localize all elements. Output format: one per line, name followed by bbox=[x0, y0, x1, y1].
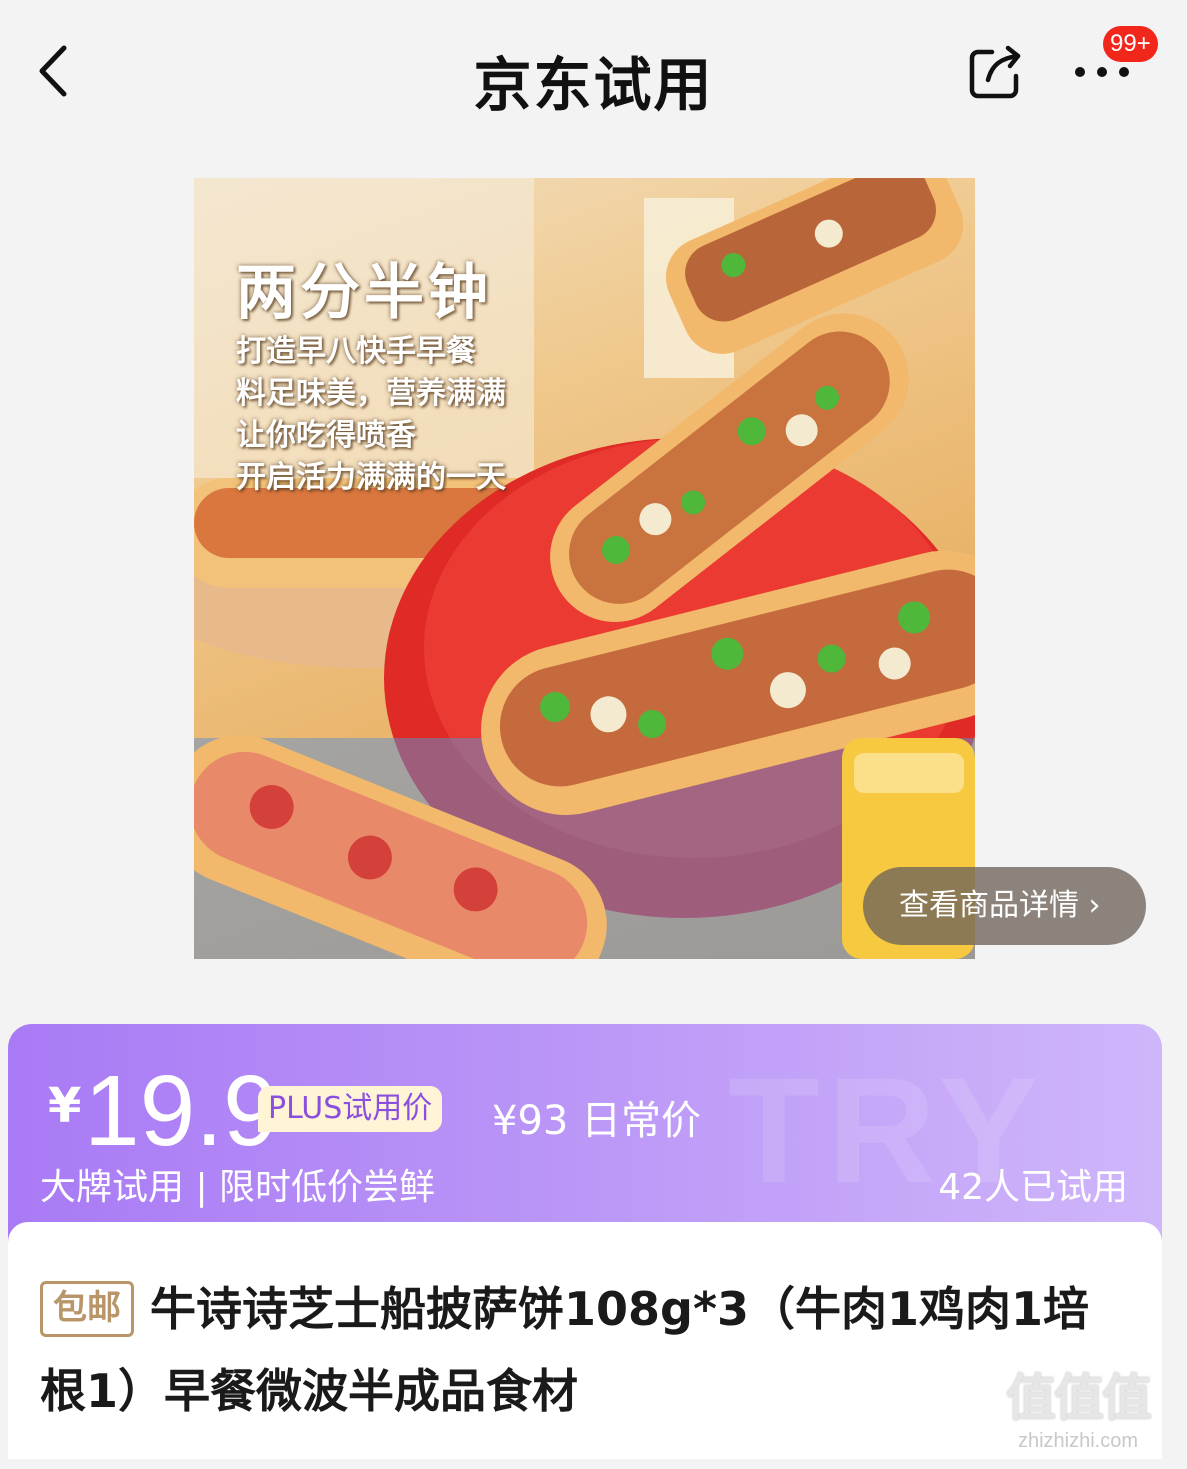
tried-count: 42人已试用 bbox=[938, 1167, 1128, 1208]
top-nav-bar: 京东试用 99+ bbox=[0, 0, 1187, 145]
site-watermark: 值值值 zhizhizhi.com bbox=[1006, 1358, 1152, 1453]
share-icon bbox=[969, 45, 1021, 99]
view-product-details-button[interactable]: 查看商品详情 › bbox=[863, 867, 1146, 945]
site-logo: 值值值 bbox=[1006, 1369, 1152, 1427]
share-button[interactable] bbox=[966, 42, 1026, 102]
caption-line: 开启活力满满的一天 bbox=[236, 460, 506, 495]
free-shipping-tag: 包邮 bbox=[40, 1281, 134, 1337]
caption-headline: 两分半钟 bbox=[236, 258, 492, 328]
trial-price: 19.9 bbox=[84, 1055, 279, 1167]
product-title: 包邮 牛诗诗芝士船披萨饼108g*3（牛肉1鸡肉1培根1）早餐微波半成品食材 bbox=[40, 1268, 1122, 1432]
site-url: zhizhizhi.com bbox=[1017, 1430, 1139, 1452]
regular-price: ¥93 日常价 bbox=[492, 1098, 702, 1144]
plus-trial-price-tag: PLUS试用价 bbox=[258, 1086, 443, 1132]
product-image[interactable]: 两分半钟 打造早八快手早餐 料足味美，营养满满 让你吃得喷香 开启活力满满的一天 bbox=[194, 178, 975, 959]
caption-line: 打造早八快手早餐 bbox=[236, 334, 476, 369]
caption-line: 料足味美，营养满满 bbox=[236, 376, 506, 411]
image-caption: 两分半钟 打造早八快手早餐 料足味美，营养满满 让你吃得喷香 开启活力满满的一天 bbox=[236, 244, 506, 499]
currency-symbol: ¥ bbox=[48, 1078, 82, 1134]
product-title-text: 牛诗诗芝士船披萨饼108g*3（牛肉1鸡肉1培根1）早餐微波半成品食材 bbox=[40, 1282, 1090, 1418]
promo-slogan: 大牌试用 | 限时低价尝鲜 bbox=[40, 1167, 436, 1208]
caption-line: 让你吃得喷香 bbox=[236, 418, 416, 453]
notification-badge: 99+ bbox=[1103, 26, 1158, 62]
product-title-card: 包邮 牛诗诗芝士船披萨饼108g*3（牛肉1鸡肉1培根1）早餐微波半成品食材 值值… bbox=[8, 1222, 1162, 1459]
price-card: TRY ¥ 19.9 PLUS试用价 ¥93 日常价 大牌试用 | 限时低价尝鲜… bbox=[8, 1024, 1162, 1254]
